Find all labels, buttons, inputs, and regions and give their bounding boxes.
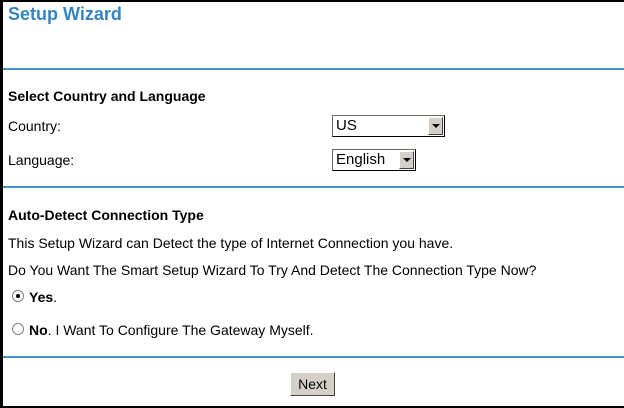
language-label: Language: bbox=[8, 152, 75, 168]
yes-radio-label[interactable]: Yes. bbox=[29, 289, 57, 305]
no-radio-label[interactable]: No. I Want To Configure The Gateway Myse… bbox=[29, 322, 314, 338]
country-select[interactable]: US bbox=[332, 115, 445, 137]
auto-detect-description: This Setup Wizard can Detect the type of… bbox=[8, 235, 454, 251]
page-title: Setup Wizard bbox=[8, 4, 122, 24]
auto-detect-heading: Auto-Detect Connection Type bbox=[8, 207, 204, 223]
country-language-heading: Select Country and Language bbox=[8, 88, 206, 104]
section-divider bbox=[3, 186, 624, 188]
section-divider bbox=[3, 356, 624, 358]
country-label: Country: bbox=[8, 118, 61, 134]
window-top-border bbox=[0, 0, 624, 2]
auto-detect-question: Do You Want The Smart Setup Wizard To Tr… bbox=[8, 262, 537, 278]
chevron-down-icon[interactable] bbox=[399, 151, 414, 169]
no-option-text: No bbox=[29, 322, 48, 338]
language-select-value: English bbox=[336, 151, 386, 168]
yes-option-suffix: . bbox=[53, 289, 58, 305]
next-button[interactable]: Next bbox=[290, 372, 335, 396]
language-select[interactable]: English bbox=[332, 149, 416, 171]
yes-option-text: Yes bbox=[29, 289, 54, 305]
chevron-down-icon[interactable] bbox=[428, 117, 443, 135]
no-option-suffix: . I Want To Configure The Gateway Myself… bbox=[47, 322, 314, 338]
section-divider bbox=[3, 68, 624, 70]
window-left-border bbox=[0, 0, 3, 408]
no-radio[interactable] bbox=[12, 323, 24, 335]
yes-radio[interactable] bbox=[12, 290, 24, 302]
country-select-value: US bbox=[336, 117, 357, 134]
